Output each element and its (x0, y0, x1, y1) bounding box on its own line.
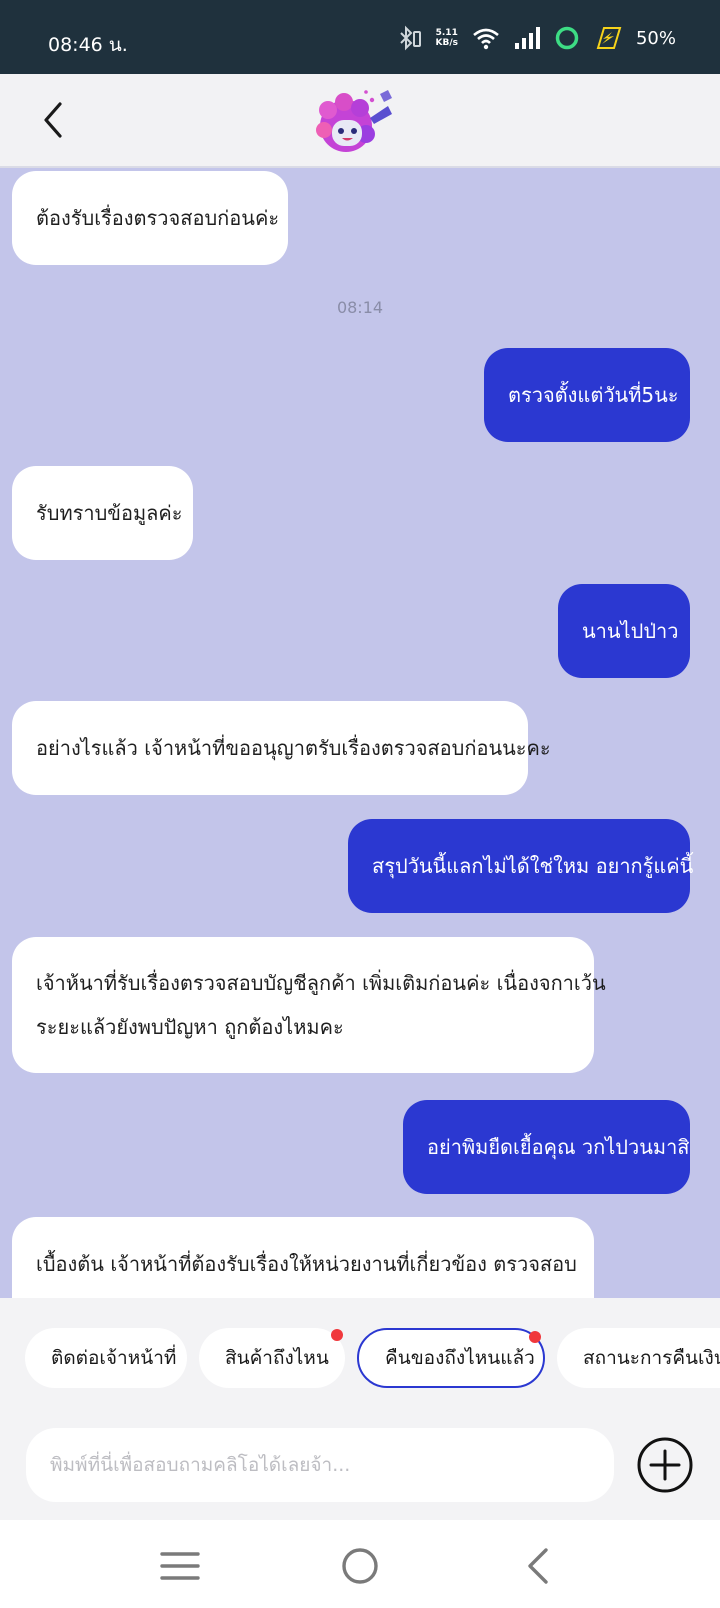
mascot-logo (316, 90, 392, 152)
message-bubble-incoming: รับทราบข้อมูลค่ะ (12, 466, 193, 560)
status-icons: 5.11 KB/s 50% (394, 22, 676, 54)
network-speed: 5.11 KB/s (435, 28, 458, 48)
message-bubble-outgoing: นานไปป่าว (558, 584, 690, 678)
bluetooth-icon (399, 25, 421, 51)
status-bar: 08:46 น. 5.11 KB/s 50% (0, 0, 720, 74)
signal-icon (514, 27, 540, 49)
message-bubble-incoming: ต้องรับเรื่องตรวจสอบก่อนค่ะ (12, 171, 288, 265)
back-icon[interactable] (518, 1544, 562, 1588)
menu-icon[interactable] (158, 1544, 202, 1588)
quick-reply-where-is-product[interactable]: สินค้าถึงไหน (199, 1328, 345, 1388)
quick-reply-contact-staff[interactable]: ติดต่อเจ้าหน้าที่ (25, 1328, 187, 1388)
message-bubble-outgoing: ตรวจตั้งแต่วันที่5นะ (484, 348, 690, 442)
chat-thread[interactable]: ต้องรับเรื่องตรวจสอบก่อนค่ะ 08:14 ตรวจตั… (0, 168, 720, 1298)
message-bubble-incoming: เบื้องต้น เจ้าหน้าที่ต้องรับเรื่องให้หน่… (12, 1217, 594, 1298)
message-bubble-incoming: อย่างไรแล้ว เจ้าหน้าที่ขออนุญาตรับเรื่อง… (12, 701, 551, 795)
message-input[interactable]: พิมพ์ที่นี่เพื่อสอบถามคลิโอได้เลยจ้า... (26, 1428, 614, 1502)
plus-circle-icon[interactable] (636, 1436, 694, 1494)
system-nav-bar (0, 1520, 720, 1608)
notification-dot (529, 1331, 541, 1343)
home-icon[interactable] (338, 1544, 382, 1588)
chat-header (0, 74, 720, 168)
chevron-left-icon[interactable] (34, 100, 74, 140)
composer-area: ติดต่อเจ้าหน้าที่ สินค้าถึงไหน คืนของถึง… (0, 1298, 720, 1520)
charging-icon (596, 27, 622, 49)
battery-percent: 50% (635, 27, 676, 49)
message-bubble-outgoing: สรุปวันนี้แลกไม่ได้ใช่ใหม อยากรู้แค่นี้ (348, 819, 693, 913)
quick-reply-refund-status[interactable]: สถานะการคืนเงิน (557, 1328, 720, 1388)
message-bubble-incoming: เจ้าห้นาที่รับเรื่องตรวจสอบบัญชีลูกค้า เ… (12, 937, 606, 1073)
notification-dot (331, 1329, 343, 1341)
timestamp-separator: 08:14 (336, 298, 384, 317)
message-bubble-outgoing: อย่าพิมยืดเยื้อคุณ วกไปวนมาสิ (403, 1100, 690, 1194)
status-time: 08:46 น. (48, 34, 128, 56)
quick-reply-return-status[interactable]: คืนของถึงไหนแล้ว (357, 1328, 545, 1388)
wifi-icon (473, 28, 499, 50)
ring-icon (555, 26, 579, 50)
